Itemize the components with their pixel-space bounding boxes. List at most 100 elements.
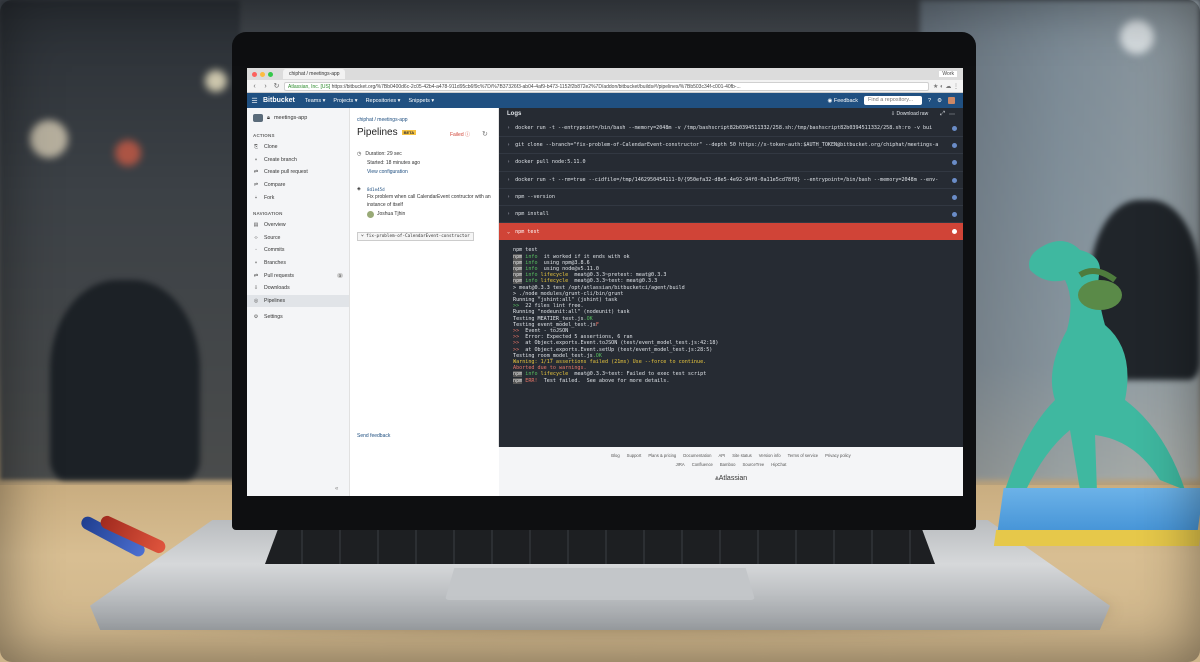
footer-link[interactable]: Blog (611, 453, 619, 458)
back-icon[interactable]: ‹ (251, 83, 258, 90)
repo-name: meetings-app (273, 115, 308, 121)
footer-link[interactable]: Terms of service (788, 453, 818, 458)
sidebar-item-clone[interactable]: ⎘ Clone (247, 141, 349, 154)
footer-link[interactable]: SourceTree (743, 462, 765, 467)
nav-menu-projects[interactable]: Projects ▾ (333, 98, 357, 104)
branch-label[interactable]: ⑂ fix-problem-of-CalendarEvent-construct… (357, 232, 474, 241)
chevron-right-icon: › (507, 159, 511, 166)
repo-sidebar: 🔒︎ meetings-app ACTIONS ⎘ Clone ⑂ Create b… (247, 108, 350, 496)
sidebar-item-create-branch[interactable]: ⑂ Create branch (247, 154, 349, 167)
log-text: Event - toJSON (522, 327, 569, 334)
step-status-icon (952, 126, 957, 131)
log-command-failed[interactable]: ⌄ npm test (499, 223, 963, 241)
sidebar-item-fork[interactable]: ⑃ Fork (247, 191, 349, 204)
log-prefix: npm (513, 371, 523, 378)
rerun-icon[interactable]: ↻ (482, 130, 488, 138)
sidebar-item-pipelines[interactable]: ◎ Pipelines (247, 294, 349, 308)
footer-link[interactable]: API (718, 453, 725, 458)
bitbucket-logo[interactable]: Bitbucket (263, 97, 295, 104)
download-raw-button[interactable]: ⇩ Download raw (891, 111, 928, 117)
page-title-row: Pipelines BETA (357, 127, 417, 138)
footer-link[interactable]: Support (627, 453, 642, 458)
step-status-icon (952, 160, 957, 166)
log-level: >> (513, 303, 520, 310)
url-field[interactable]: Atlassian, Inc. [US] https://bitbucket.o… (284, 81, 929, 91)
browser-extensions-icon[interactable]: ★ ◐ ☁ ⋮ (933, 83, 959, 90)
sidebar-item-label: Settings (264, 314, 283, 321)
zoom-window-button[interactable] (268, 71, 273, 77)
log-command[interactable]: › docker run -t --rm=true --cidfile=/tmp/… (499, 172, 963, 189)
sidebar-item-branches[interactable]: ⑂ Branches (247, 257, 349, 270)
chevron-down-icon: ⌄ (507, 228, 511, 235)
app-switcher-icon[interactable]: ☰ (251, 97, 258, 105)
log-ok-marker: .OK (583, 315, 593, 322)
log-text: Running "jshint:all" (jshint) task (513, 296, 618, 303)
repo-header[interactable]: 🔒︎ meetings-app (247, 108, 349, 130)
footer-link[interactable]: Version info (759, 453, 781, 458)
log-ok-marker: .OK (592, 352, 602, 359)
sidebar-item-commits[interactable]: ◦ Commits (247, 244, 349, 257)
browser-profile[interactable]: Work (939, 71, 957, 77)
forward-icon[interactable]: › (262, 83, 269, 90)
minimize-window-button[interactable] (260, 71, 265, 77)
log-command[interactable]: › npm --version (499, 189, 963, 206)
log-prefix: npm (513, 259, 523, 266)
bokeh-light (205, 70, 227, 92)
sidebar-item-pull-requests[interactable]: ⇄ Pull requests 3 (247, 269, 349, 282)
breadcrumb[interactable]: chiphat / meetings-app (357, 117, 408, 123)
sidebar-item-overview[interactable]: ▤ Overview (247, 219, 349, 232)
nav-menu-repositories[interactable]: Repositories ▾ (366, 98, 401, 104)
help-icon[interactable]: ? (928, 98, 931, 104)
footer-link[interactable]: Confluence (692, 462, 713, 467)
browser-tab[interactable]: chiphat / meetings-app (283, 69, 345, 79)
branch-name: fix-problem-of-CalendarEvent-constructor (366, 234, 470, 239)
collapse-sidebar-button[interactable]: « (335, 486, 338, 492)
feedback-link[interactable]: ◉ Feedback (828, 98, 859, 104)
navbar-right: ◉ Feedback Find a repository... ? ⚙ (828, 96, 955, 105)
sidebar-item-create-pull-request[interactable]: ⇄ Create pull request (247, 166, 349, 179)
duration-row: ◷ Duration: 29 sec (357, 150, 420, 159)
close-window-button[interactable] (252, 71, 257, 77)
sidebar-item-compare[interactable]: ⇌ Compare (247, 179, 349, 192)
send-feedback-link[interactable]: Send feedback (357, 433, 390, 439)
footer-link[interactable]: Documentation (683, 453, 711, 458)
footer-link[interactable]: Site status (732, 453, 752, 458)
branch-icon: ⑂ (361, 234, 364, 239)
chevron-right-icon: › (507, 193, 511, 200)
log-command[interactable]: › npm install (499, 206, 963, 224)
background-person (50, 280, 200, 480)
user-avatar[interactable] (948, 97, 955, 104)
footer-link[interactable]: Bamboo (720, 462, 736, 467)
sidebar-item-downloads[interactable]: ⇩ Downloads (247, 282, 349, 295)
repository-search-input[interactable]: Find a repository... (864, 96, 922, 105)
log-text: using npm@3.8.6 (540, 259, 590, 266)
log-command-text: git clone --branch="fix-problem-of-Calen… (515, 142, 939, 149)
reload-icon[interactable]: ↻ (273, 82, 280, 90)
log-command[interactable]: › docker pull node:5.11.0 (499, 154, 963, 172)
view-configuration-link[interactable]: View configuration (357, 168, 420, 177)
pull-requests-count-badge: 3 (336, 273, 343, 279)
commits-icon: ◦ (255, 247, 257, 254)
nav-menu-teams[interactable]: Teams ▾ (305, 98, 326, 104)
log-command[interactable]: › git clone --branch="fix-problem-of-Cale… (499, 137, 963, 155)
more-options-icon[interactable]: ⋯ (949, 111, 955, 118)
footer-link[interactable]: Privacy policy (825, 453, 851, 458)
log-command[interactable]: › docker run -t --entrypoint=/bin/bash --… (499, 120, 963, 138)
settings-icon: ⚙ (253, 314, 259, 321)
sidebar-item-label: Pull requests (264, 272, 294, 279)
step-status-icon (952, 143, 957, 149)
sidebar-item-label: Commits (264, 247, 285, 254)
atlassian-logo[interactable]: ⩓Atlassian (499, 475, 963, 483)
sidebar-item-source[interactable]: ‹› Source (247, 232, 349, 245)
settings-gear-icon[interactable]: ⚙ (937, 98, 942, 104)
sidebar-item-settings[interactable]: ⚙ Settings (247, 311, 349, 324)
feedback-icon: ◉ (827, 97, 833, 104)
footer-link[interactable]: JIRA (676, 462, 685, 467)
footer-link[interactable]: Plans & pricing (648, 453, 676, 458)
footer-link[interactable]: HipChat (771, 462, 786, 467)
log-error-marker: >> (513, 340, 520, 347)
nav-menu-snippets[interactable]: Snippets ▾ (408, 98, 434, 104)
log-level: info (525, 259, 538, 266)
expand-icon[interactable]: ⤢ (940, 111, 945, 118)
commit-hash-link[interactable]: 8d1e45d (357, 187, 385, 192)
